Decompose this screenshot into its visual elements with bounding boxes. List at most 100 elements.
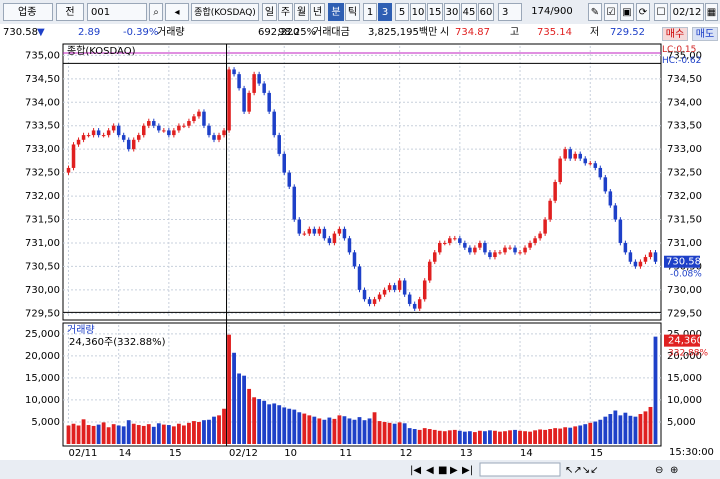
candle-body	[593, 163, 598, 168]
chart-background	[0, 42, 720, 479]
interval-30[interactable]: 30	[444, 3, 460, 21]
candle-body	[538, 233, 542, 239]
price-ytick-right: 731,00	[667, 238, 702, 249]
buy-button[interactable]: 매수	[662, 27, 688, 41]
sell-button[interactable]: 매도	[692, 27, 718, 41]
lc-annotation: LC:0.15	[662, 45, 696, 55]
volume-bar	[553, 428, 558, 444]
scroll-last-icon[interactable]: ▶|	[462, 465, 473, 476]
volume-bar	[337, 415, 342, 444]
volume-bar	[106, 427, 111, 444]
calendar-icon[interactable]: ▦	[705, 3, 718, 21]
scroll-track[interactable]	[479, 462, 561, 477]
candle-body	[342, 228, 347, 239]
volume-bar	[76, 425, 81, 444]
candle-body	[242, 88, 246, 112]
candle-body	[473, 247, 477, 253]
candle-body	[96, 130, 101, 136]
volume-bar	[111, 424, 116, 444]
interval-3[interactable]: 3	[378, 3, 392, 21]
tab-day[interactable]: 일	[262, 3, 277, 21]
interval-select[interactable]: 3	[498, 3, 522, 21]
candle-body	[267, 92, 271, 112]
price-ytick-right: 729,50	[667, 308, 702, 319]
save-icon[interactable]: ▣	[620, 3, 634, 21]
interval-1[interactable]: 1	[363, 3, 377, 21]
speaker-icon[interactable]: ◂	[165, 3, 189, 21]
volume-bar	[217, 415, 221, 444]
candle-body	[152, 121, 156, 126]
candle-body	[438, 242, 442, 253]
hc-annotation: HC:-0.62	[662, 56, 701, 66]
volume-bar	[317, 418, 322, 444]
interval-15[interactable]: 15	[427, 3, 443, 21]
volume-ytick-left: 10,000	[25, 395, 60, 406]
volume-bar	[457, 430, 462, 444]
interval-10[interactable]: 10	[410, 3, 426, 21]
volume-bar	[227, 334, 231, 444]
candle-body	[563, 149, 567, 159]
candle-body	[327, 238, 332, 243]
volume-bar	[91, 425, 96, 444]
settings-icon[interactable]: ✎	[588, 3, 602, 21]
candle-body	[292, 186, 297, 220]
volume-bar	[538, 429, 543, 444]
scroll-next-icon[interactable]: ▶	[450, 465, 458, 476]
volume-bar	[477, 430, 482, 444]
datepicker-check-icon[interactable]: ☐	[654, 3, 668, 21]
candle-body	[322, 228, 327, 239]
search-icon[interactable]: ⌕	[149, 3, 163, 21]
code-input[interactable]: 001	[87, 3, 147, 21]
volume-bar	[508, 430, 512, 444]
candle-body	[643, 257, 648, 262]
volume-bar	[382, 421, 387, 444]
volume-bar	[156, 423, 161, 444]
open-value: 734.87	[455, 27, 490, 38]
volume-bar	[367, 418, 372, 444]
interval-5[interactable]: 5	[395, 3, 409, 21]
market-select[interactable]: 전	[56, 3, 84, 21]
refresh-icon[interactable]: ⟳	[636, 3, 650, 21]
candle-body	[317, 228, 322, 234]
candle-body	[367, 299, 372, 304]
volume-bar	[66, 425, 71, 444]
volume-bar	[643, 411, 648, 444]
candle-body	[91, 130, 96, 136]
volume-bar	[402, 423, 407, 444]
scroll-stop-icon[interactable]: ■	[438, 465, 447, 476]
volume-bar	[302, 413, 307, 444]
interval-45[interactable]: 45	[461, 3, 477, 21]
zoom-in-icon[interactable]: ⊕	[670, 465, 678, 476]
draw-tools-icon[interactable]: ↖↗↘↙	[565, 465, 599, 476]
tab-month[interactable]: 월	[294, 3, 309, 21]
volume-bar	[252, 397, 257, 444]
date-field[interactable]: 02/12	[670, 3, 704, 21]
low-label: 저	[590, 27, 600, 38]
candle-body	[66, 167, 71, 173]
volume-bar	[166, 425, 171, 444]
chart-area[interactable]: 735,00 735,00734,50 734,50734,00 734,00733,…	[0, 42, 720, 479]
scroll-prev-icon[interactable]: ◀	[426, 465, 434, 476]
tab-year[interactable]: 년	[310, 3, 325, 21]
volume-ytick-left: 15,000	[25, 373, 60, 384]
volume-bar	[437, 430, 442, 444]
volume-bar	[573, 426, 578, 444]
zoom-out-icon[interactable]: ⊖	[655, 465, 663, 476]
candle-body	[142, 125, 146, 136]
candle-body	[618, 219, 623, 243]
sector-select[interactable]: 업종	[3, 3, 53, 21]
volume-bar	[513, 429, 517, 444]
scroll-first-icon[interactable]: |◀	[410, 465, 421, 476]
price-ytick-left: 731,50	[25, 215, 60, 226]
candle-body	[76, 139, 81, 145]
tab-week[interactable]: 주	[278, 3, 293, 21]
interval-60[interactable]: 60	[478, 3, 494, 21]
volume-bar	[498, 431, 502, 444]
candle-body	[352, 252, 357, 267]
tab-minute[interactable]: 분	[328, 3, 344, 21]
volume-ytick-left: 5,000	[31, 417, 60, 428]
checkbox-icon[interactable]: ☑	[604, 3, 618, 21]
tab-tick[interactable]: 틱	[345, 3, 360, 21]
last-price-pct: -0.08%	[670, 270, 702, 280]
candle-body	[518, 252, 522, 254]
